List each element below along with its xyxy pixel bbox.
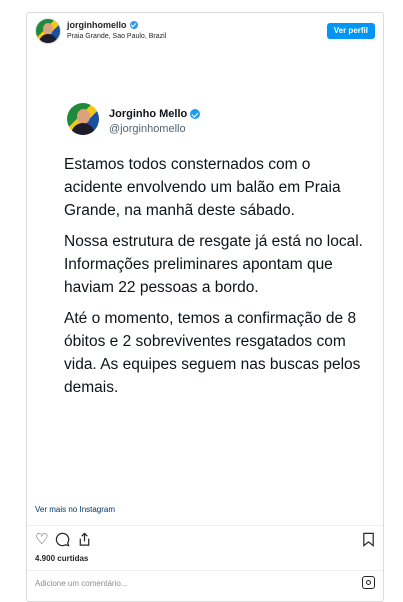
post-media[interactable]: Jorginho Mello @jorginhomello Estamos to… (27, 63, 383, 503)
tweet-paragraph: Até o momento, temos a confirmação de 8 … (64, 310, 361, 396)
tweet-verified-icon (190, 109, 201, 119)
divider (27, 570, 383, 571)
bookmark-icon[interactable] (362, 532, 375, 551)
heart-icon[interactable]: ♡ (35, 532, 48, 551)
post-header: jorginhomello Praia Grande, Sao Paulo, B… (27, 13, 383, 49)
tweet-author-handle: @jorginhomello (109, 123, 186, 135)
share-icon[interactable] (77, 532, 92, 551)
tweet-author-name-text: Jorginho Mello (109, 108, 188, 120)
comment-input[interactable]: Adicione um comentário... (35, 579, 128, 588)
instagram-embed: jorginhomello Praia Grande, Sao Paulo, B… (26, 12, 384, 602)
tweet-avatar (67, 103, 99, 135)
tweet-author-name: Jorginho Mello (109, 108, 201, 120)
instagram-icon[interactable] (362, 576, 375, 589)
header-location[interactable]: Praia Grande, Sao Paulo, Brazil (67, 33, 166, 40)
verified-icon (129, 21, 138, 29)
view-profile-button[interactable]: Ver perfil (326, 23, 375, 39)
comment-icon[interactable] (55, 532, 70, 551)
profile-avatar[interactable] (35, 18, 61, 44)
view-more-link[interactable]: Ver mais no Instagram (35, 505, 115, 514)
header-username[interactable]: jorginhomello (67, 20, 138, 30)
likes-count[interactable]: 4.900 curtidas (35, 554, 88, 563)
tweet-paragraph: Estamos todos consternados com o acident… (64, 156, 341, 219)
post-actions: ♡ (35, 532, 92, 551)
divider (27, 525, 383, 526)
header-username-text[interactable]: jorginhomello (67, 20, 127, 30)
tweet-text: Estamos todos consternados com o acident… (64, 153, 364, 407)
tweet-paragraph: Nossa estrutura de resgate já está no lo… (64, 233, 363, 296)
